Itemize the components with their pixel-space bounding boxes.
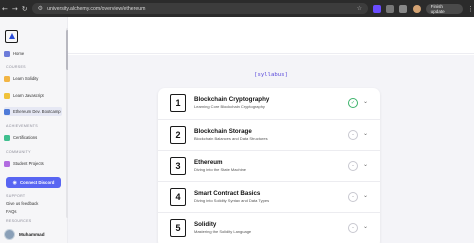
sidebar-item-student-projects[interactable]: Student Projects xyxy=(4,159,62,168)
chevron-down-icon[interactable]: ⌄ xyxy=(363,161,368,168)
courses-heading: COURSES xyxy=(6,65,26,69)
forward-icon[interactable]: → xyxy=(10,5,20,13)
reload-icon[interactable]: ↻ xyxy=(20,5,30,13)
module-title: Smart Contract Basics xyxy=(194,190,261,197)
sidebar-item-certifications[interactable]: Certifications xyxy=(4,133,62,142)
extension-icon[interactable] xyxy=(385,4,394,13)
module-number: 2 xyxy=(170,126,186,144)
back-icon[interactable]: ← xyxy=(0,5,10,13)
syllabus-label: [syllabus] xyxy=(254,72,288,78)
resources-heading: RESOURCES xyxy=(6,219,32,223)
connect-discord-button[interactable]: ◉ Connect Discord xyxy=(6,177,61,188)
discord-icon: ◉ xyxy=(12,179,17,186)
extension-icon[interactable] xyxy=(373,4,381,13)
projects-icon xyxy=(4,160,10,167)
module-row[interactable]: 4 Smart Contract Basics Diving into Soli… xyxy=(158,181,380,212)
incomplete-status-icon: – xyxy=(348,130,358,140)
sidebar: Home COURSES Learn Solidity Learn Javasc… xyxy=(0,17,68,243)
module-number: 3 xyxy=(170,157,186,175)
sidebar-item-learn-javascript[interactable]: Learn Javascript xyxy=(4,91,62,100)
certificate-icon xyxy=(4,134,10,141)
sidebar-item-learn-solidity[interactable]: Learn Solidity xyxy=(4,74,62,83)
module-row[interactable]: 3 Ethereum Diving into the State Machine… xyxy=(158,150,380,181)
connect-discord-label: Connect Discord xyxy=(19,180,55,185)
module-subtitle: Learning Core Blockchain Cryptography xyxy=(194,104,265,109)
module-subtitle: Mastering the Solidity Language xyxy=(194,229,252,234)
sidebar-item-label: Student Projects xyxy=(13,161,44,166)
extensions-puzzle-icon[interactable] xyxy=(398,4,407,13)
url-text: university.alchemy.com/overview/ethereum xyxy=(47,5,146,12)
site-info-icon[interactable]: ⚙ xyxy=(38,5,43,12)
incomplete-status-icon: – xyxy=(348,161,358,171)
browser-toolbar: ← → ↻ ⚙ university.alchemy.com/overview/… xyxy=(0,0,474,17)
home-icon xyxy=(4,50,10,57)
main-content: [syllabus] 1 Blockchain Cryptography Lea… xyxy=(68,17,474,243)
sidebar-item-ethereum-bootcamp[interactable]: Ethereum Dev. Bootcamp xyxy=(4,107,62,116)
ethereum-icon xyxy=(4,108,10,115)
faqs-link[interactable]: FAQs xyxy=(6,209,16,214)
community-heading: COMMUNITY xyxy=(6,150,31,154)
avatar xyxy=(4,229,15,240)
javascript-icon xyxy=(4,92,10,99)
module-subtitle: Diving into Solidity Syntax and Data Typ… xyxy=(194,198,270,203)
module-title: Solidity xyxy=(194,221,217,228)
sidebar-item-home[interactable]: Home xyxy=(4,49,62,58)
achievements-heading: ACHIEVEMENTS xyxy=(6,124,38,128)
module-number: 4 xyxy=(170,188,186,206)
module-title: Blockchain Cryptography xyxy=(194,96,270,103)
finish-update-button[interactable]: Finish update xyxy=(425,3,463,14)
browser-menu-icon[interactable]: ⋮ xyxy=(467,5,474,13)
profile-avatar[interactable] xyxy=(412,4,421,13)
module-row[interactable]: 2 Blockchain Storage Blockchain Balances… xyxy=(158,119,380,150)
alchemy-logo-icon[interactable] xyxy=(5,30,18,43)
sidebar-item-label: Ethereum Dev. Bootcamp xyxy=(13,109,61,114)
give-feedback-link[interactable]: Give us feedback xyxy=(6,201,38,206)
module-number: 1 xyxy=(170,94,186,112)
module-row[interactable]: 1 Blockchain Cryptography Learning Core … xyxy=(158,88,380,119)
bookmark-star-icon[interactable]: ☆ xyxy=(357,5,362,12)
module-subtitle: Diving into the State Machine xyxy=(194,167,247,172)
incomplete-status-icon: – xyxy=(348,223,358,233)
sidebar-item-label: Home xyxy=(13,51,25,56)
sidebar-item-label: Learn Solidity xyxy=(13,76,39,81)
syllabus-card: 1 Blockchain Cryptography Learning Core … xyxy=(158,88,380,243)
chevron-down-icon[interactable]: ⌄ xyxy=(363,98,368,105)
module-title: Ethereum xyxy=(194,159,223,166)
sidebar-item-label: Learn Javascript xyxy=(13,93,44,98)
header-area xyxy=(68,17,474,54)
completed-check-icon: ✓ xyxy=(348,98,358,108)
sidebar-item-label: Certifications xyxy=(13,135,38,140)
chevron-down-icon[interactable]: ⌄ xyxy=(363,130,368,137)
module-number: 5 xyxy=(170,219,186,237)
incomplete-status-icon: – xyxy=(348,192,358,202)
chevron-down-icon[interactable]: ⌄ xyxy=(363,223,368,230)
module-title: Blockchain Storage xyxy=(194,128,252,135)
address-bar[interactable]: ⚙ university.alchemy.com/overview/ethere… xyxy=(31,3,369,14)
module-row[interactable]: 5 Solidity Mastering the Solidity Langua… xyxy=(158,212,380,243)
module-subtitle: Blockchain Balances and Data Structures xyxy=(194,136,268,141)
chevron-down-icon[interactable]: ⌄ xyxy=(363,192,368,199)
solidity-icon xyxy=(4,75,10,82)
support-heading: SUPPORT xyxy=(6,194,26,198)
user-profile[interactable]: Muhammad xyxy=(4,229,45,240)
user-name: Muhammad xyxy=(19,232,45,237)
